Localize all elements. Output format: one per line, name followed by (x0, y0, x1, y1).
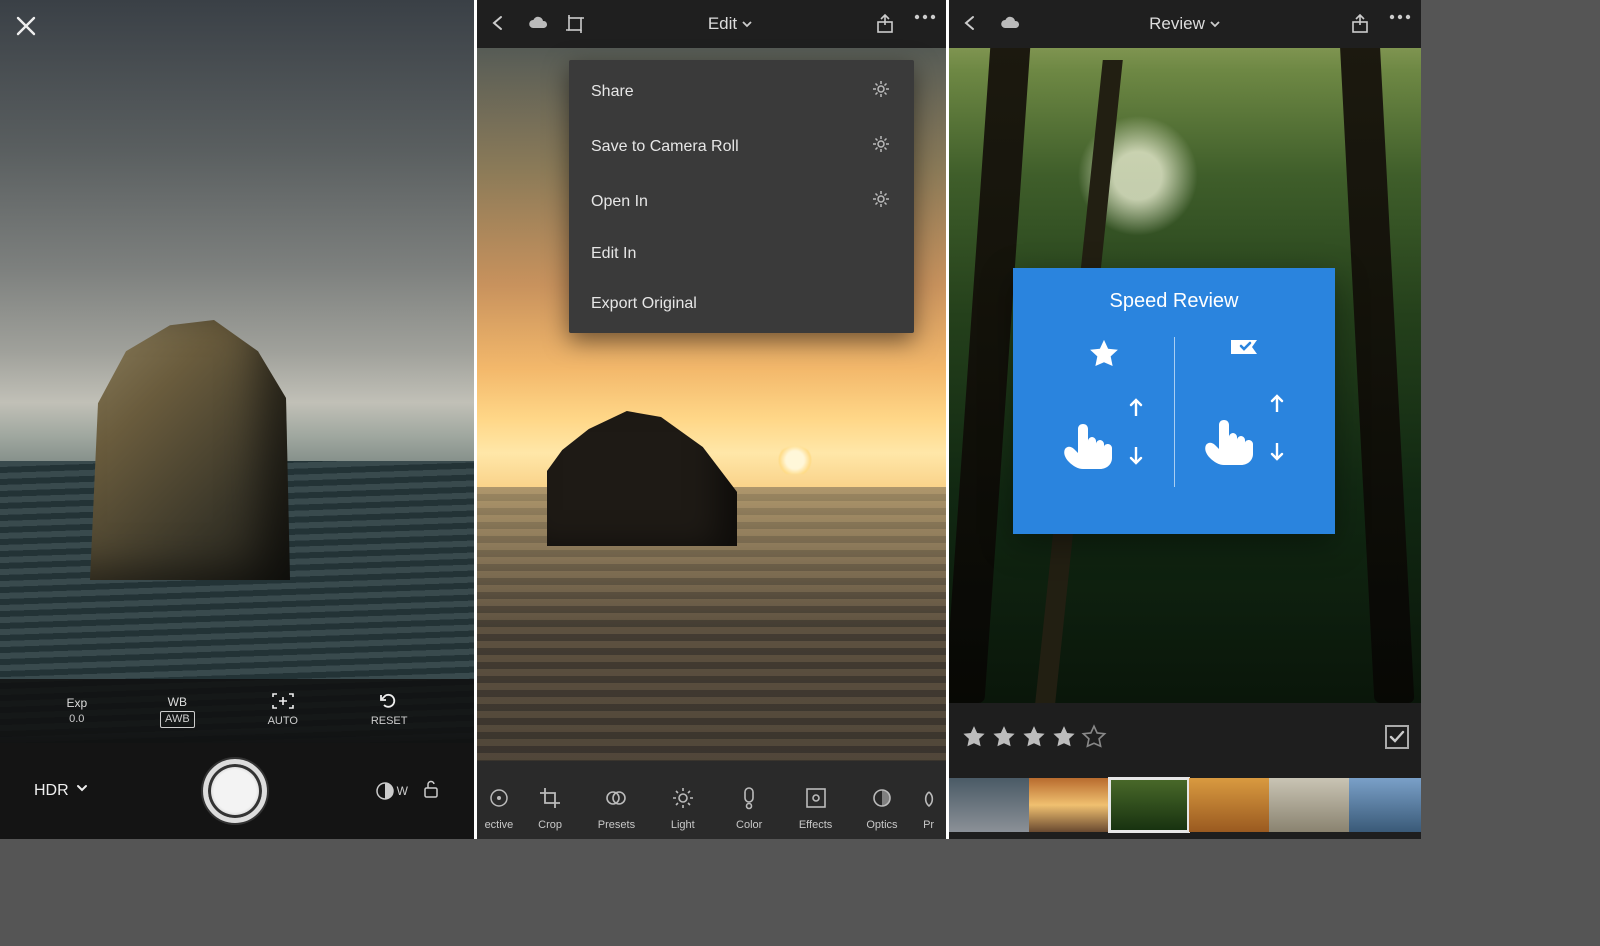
wb-label: WB (160, 694, 195, 710)
swipe-hand-icon (1200, 413, 1262, 470)
review-panel: Review Speed Review (946, 0, 1421, 839)
filmstrip (949, 771, 1421, 839)
exposure-button[interactable]: Exp 0.0 (66, 695, 87, 726)
edit-panel: Edit Share Save to Camera Roll Open In E… (474, 0, 946, 839)
selective-icon (481, 781, 517, 815)
cloud-icon[interactable] (527, 14, 547, 34)
light-icon (650, 781, 716, 815)
review-mode-dropdown[interactable]: Review (1149, 14, 1221, 34)
presets-icon (583, 781, 649, 815)
hdr-mode-button[interactable]: HDR (34, 781, 95, 801)
menu-item-save[interactable]: Save to Camera Roll (569, 119, 914, 174)
rate-gesture-column (1034, 337, 1174, 474)
focus-button[interactable]: AUTO (268, 693, 298, 728)
share-icon[interactable] (1351, 14, 1371, 34)
flag-icon (1228, 337, 1262, 372)
crop-icon (517, 781, 583, 815)
speed-review-popup: Speed Review (1013, 268, 1335, 534)
tool-presets[interactable]: Presets (583, 781, 649, 831)
chevron-down-icon (75, 781, 95, 801)
thumbnail[interactable] (1269, 778, 1349, 832)
focus-value: AUTO (268, 714, 298, 729)
thumbnail[interactable] (1029, 778, 1109, 832)
tool-optics[interactable]: Optics (849, 781, 915, 831)
menu-item-export[interactable]: Export Original (569, 279, 914, 329)
menu-item-openin[interactable]: Open In (569, 174, 914, 229)
hdr-label: HDR (34, 782, 69, 800)
thumbnail[interactable] (1349, 778, 1421, 832)
share-menu: Share Save to Camera Roll Open In Edit I… (569, 60, 914, 333)
cloud-icon[interactable] (999, 14, 1019, 34)
tool-selective[interactable]: ective (481, 781, 517, 831)
focus-icon (268, 693, 298, 713)
thumbnail-selected[interactable] (1109, 778, 1189, 832)
pick-flag-checkbox[interactable] (1385, 725, 1409, 749)
close-button[interactable] (14, 14, 38, 43)
share-icon[interactable] (876, 14, 896, 34)
edit-mode-dropdown[interactable]: Edit (708, 14, 753, 34)
reset-label: RESET (371, 714, 408, 729)
tool-effects[interactable]: Effects (782, 781, 848, 831)
gear-icon[interactable] (872, 135, 892, 158)
menu-item-editin[interactable]: Edit In (569, 229, 914, 279)
white-balance-button[interactable]: WB AWB (160, 694, 195, 728)
swipe-hand-icon (1059, 417, 1121, 474)
star-icon (1087, 337, 1121, 376)
tool-light[interactable]: Light (650, 781, 716, 831)
raw-toggle[interactable]: W (375, 781, 408, 801)
edit-toolbar: ective Crop Presets Light Color Effects … (477, 761, 946, 839)
flag-gesture-column (1175, 337, 1315, 470)
tool-more[interactable]: Pr (915, 781, 942, 831)
half-circle-icon (915, 781, 942, 815)
color-icon (716, 781, 782, 815)
camera-options-row: Exp 0.0 WB AWB AUTO RESET (0, 679, 474, 743)
reset-icon (371, 693, 408, 713)
menu-item-share[interactable]: Share (569, 64, 914, 119)
effects-icon (782, 781, 848, 815)
edit-topbar: Edit (477, 0, 946, 48)
shutter-button[interactable] (203, 759, 267, 823)
thumbnail[interactable] (1189, 778, 1269, 832)
star-rating[interactable] (961, 724, 1107, 750)
rating-bar (949, 703, 1421, 771)
reset-button[interactable]: RESET (371, 693, 408, 728)
camera-bottom-bar: HDR W (0, 743, 474, 839)
review-topbar: Review (949, 0, 1421, 48)
more-icon[interactable] (1389, 14, 1409, 34)
lock-icon[interactable] (422, 779, 440, 804)
back-button[interactable] (489, 14, 509, 34)
tool-color[interactable]: Color (716, 781, 782, 831)
crop-rotate-icon[interactable] (565, 14, 585, 34)
more-icon[interactable] (914, 14, 934, 34)
gear-icon[interactable] (872, 190, 892, 213)
popup-title: Speed Review (1013, 290, 1335, 313)
thumbnail[interactable] (949, 778, 1029, 832)
optics-icon (849, 781, 915, 815)
wb-value: AWB (160, 711, 195, 728)
gear-icon[interactable] (872, 80, 892, 103)
exposure-value: 0.0 (66, 712, 87, 727)
tool-crop[interactable]: Crop (517, 781, 583, 831)
exposure-label: Exp (66, 695, 87, 711)
camera-panel: Exp 0.0 WB AWB AUTO RESET HDR (0, 0, 474, 839)
back-button[interactable] (961, 14, 981, 34)
